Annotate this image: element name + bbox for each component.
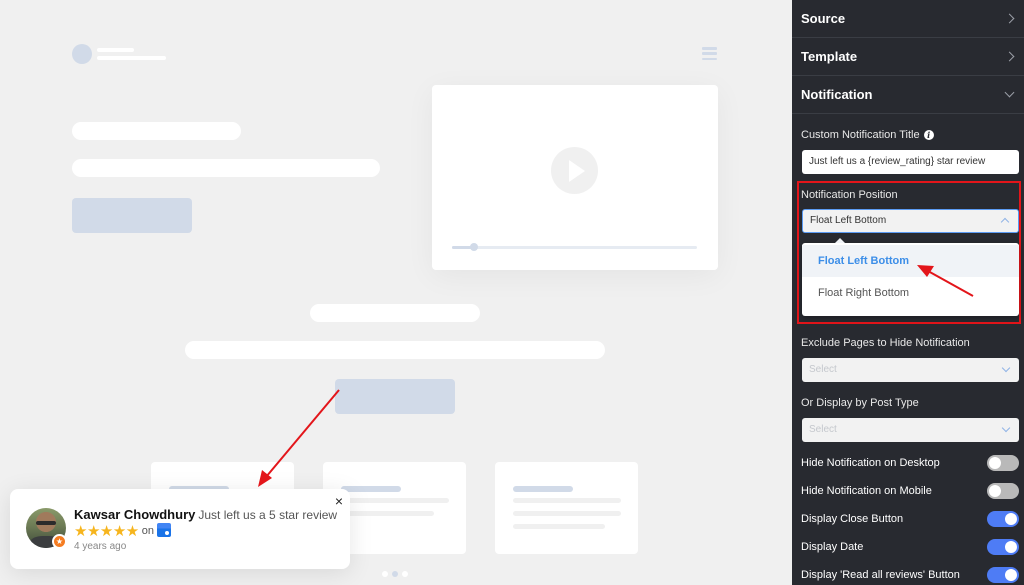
toggle-label: Display 'Read all reviews' Button: [801, 569, 960, 581]
position-label: Notification Position: [801, 189, 898, 201]
settings-sidebar: Source Template Notification Custom Noti…: [792, 0, 1024, 585]
custom-title-label-text: Custom Notification Title: [801, 129, 920, 141]
option-float-left-bottom[interactable]: Float Left Bottom: [802, 245, 1019, 277]
button-placeholder: [335, 379, 455, 414]
feature-card: [495, 462, 638, 554]
toggle-knob: [1005, 513, 1017, 525]
section-notification[interactable]: Notification: [792, 76, 1024, 114]
text-placeholder: [72, 159, 380, 177]
on-label: on: [141, 525, 154, 537]
custom-title-input[interactable]: Just left us a {review_rating} star revi…: [802, 150, 1019, 174]
review-message: Just left us a 5 star review: [198, 508, 338, 522]
toggle-label: Hide Notification on Mobile: [801, 485, 932, 497]
review-time: 4 years ago: [74, 541, 127, 552]
carousel-dot[interactable]: [402, 571, 408, 577]
toggle-knob: [1005, 569, 1017, 581]
toggle-label: Hide Notification on Desktop: [801, 457, 940, 469]
chevron-down-icon: [1001, 423, 1011, 433]
toggle-row: Hide Notification on Desktop: [801, 454, 1019, 472]
review-badge-icon: ★: [52, 534, 67, 549]
position-dropdown-menu: Float Left Bottom Float Right Bottom: [802, 238, 1019, 316]
chevron-down-icon: [1001, 363, 1011, 373]
custom-title-label: Custom Notification Title i: [801, 129, 934, 141]
video-progress-slider[interactable]: [452, 243, 697, 251]
video-placeholder: [432, 85, 718, 270]
carousel-dots[interactable]: [382, 571, 408, 577]
google-my-business-icon: [157, 523, 171, 537]
toggle-row: Display 'Read all reviews' Button: [801, 566, 1019, 584]
post-type-select[interactable]: Select: [802, 418, 1019, 442]
exclude-pages-label: Exclude Pages to Hide Notification: [801, 337, 970, 349]
toggle-row: Display Close Button: [801, 510, 1019, 528]
section-title: Source: [801, 11, 846, 26]
position-selected-value: Float Left Bottom: [810, 215, 887, 226]
chevron-down-icon: [1004, 87, 1015, 98]
reviewer-line: Kawsar Chowdhury Just left us a 5 star re…: [74, 507, 337, 522]
exclude-pages-placeholder: Select: [809, 364, 837, 375]
reviewer-name: Kawsar Chowdhury: [74, 507, 196, 522]
logo-placeholder-icon: [72, 44, 92, 64]
toggle-switch[interactable]: [987, 539, 1019, 555]
review-notification-popup[interactable]: ★ Kawsar Chowdhury Just left us a 5 star …: [10, 489, 350, 569]
toggle-switch[interactable]: [987, 567, 1019, 583]
hamburger-menu-icon[interactable]: [702, 47, 717, 60]
option-float-right-bottom[interactable]: Float Right Bottom: [802, 277, 1019, 309]
position-select[interactable]: Float Left Bottom: [802, 209, 1019, 233]
toggle-switch[interactable]: [987, 511, 1019, 527]
play-icon[interactable]: [551, 147, 598, 194]
chevron-right-icon: [1004, 13, 1015, 24]
post-type-label: Or Display by Post Type: [801, 397, 919, 409]
section-title: Notification: [801, 87, 873, 102]
button-placeholder: [72, 198, 192, 233]
video-progress-knob[interactable]: [470, 243, 479, 251]
toggle-label: Display Close Button: [801, 513, 904, 525]
section-source[interactable]: Source: [792, 0, 1024, 38]
toggle-knob: [1005, 541, 1017, 553]
toggle-knob: [989, 457, 1001, 469]
exclude-pages-select[interactable]: Select: [802, 358, 1019, 382]
section-template[interactable]: Template: [792, 38, 1024, 76]
toggle-switch[interactable]: [987, 455, 1019, 471]
toggle-row: Display Date: [801, 538, 1019, 556]
toggle-row: Hide Notification on Mobile: [801, 482, 1019, 500]
toggle-label: Display Date: [801, 541, 864, 553]
website-preview: ★ Kawsar Chowdhury Just left us a 5 star …: [0, 0, 792, 585]
rating-row: ★★★★★ on: [74, 522, 171, 540]
toggle-switch[interactable]: [987, 483, 1019, 499]
heading-placeholder: [72, 122, 241, 140]
close-icon[interactable]: ×: [335, 494, 343, 508]
star-rating-icon: ★★★★★: [74, 523, 139, 540]
text-placeholder: [185, 341, 605, 359]
post-type-placeholder: Select: [809, 424, 837, 435]
chevron-right-icon: [1004, 51, 1015, 62]
info-icon[interactable]: i: [923, 130, 934, 140]
logo-text-placeholder: [97, 56, 166, 60]
carousel-dot[interactable]: [392, 571, 398, 577]
heading-placeholder: [310, 304, 480, 322]
carousel-dot[interactable]: [382, 571, 388, 577]
toggle-knob: [989, 485, 1001, 497]
logo-text-placeholder: [97, 48, 134, 52]
chevron-up-icon: [1000, 217, 1010, 227]
section-title: Template: [801, 49, 858, 64]
